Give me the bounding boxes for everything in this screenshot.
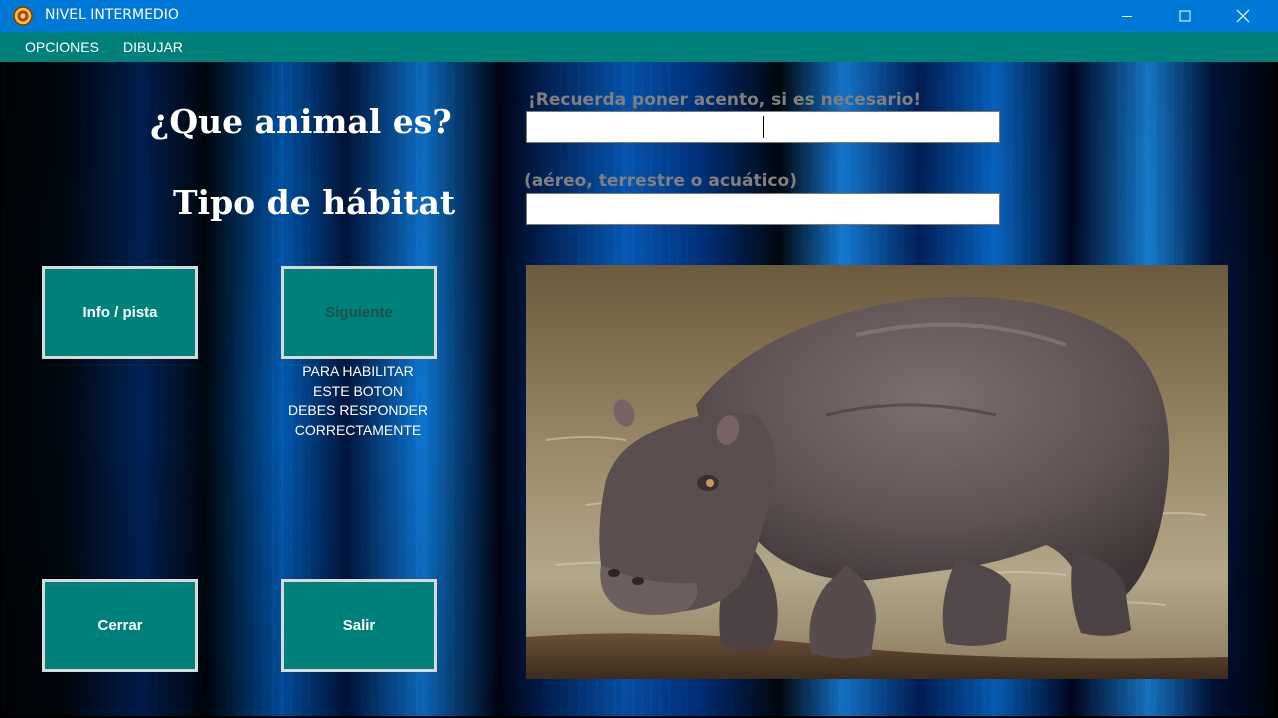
exit-button[interactable]: Salir (281, 579, 437, 672)
text-caret (763, 116, 764, 138)
next-button-note: PARA HABILITAR ESTE BOTON DEBES RESPONDE… (287, 363, 429, 438)
menu-dibujar[interactable]: DIBUJAR (123, 39, 183, 55)
habitat-answer-input[interactable] (526, 193, 1000, 225)
form-background: ¿Que animal es? Tipo de hábitat ¡Recuerd… (2, 62, 1276, 716)
close-button[interactable]: Cerrar (42, 579, 198, 672)
minimize-icon (1122, 16, 1132, 17)
app-icon[interactable] (13, 6, 33, 26)
title-bar: NIVEL INTERMEDIO (0, 0, 1278, 32)
answer-hint: ¡Recuerda poner acento, si es necesario! (528, 90, 922, 110)
maximize-button[interactable] (1156, 0, 1214, 32)
maximize-icon (1179, 10, 1191, 22)
close-window-button[interactable] (1214, 0, 1272, 32)
next-button[interactable]: Siguiente (281, 266, 437, 359)
window-title: NIVEL INTERMEDIO (45, 7, 179, 23)
info-hint-button[interactable]: Info / pista (42, 266, 198, 359)
habitat-label: Tipo de hábitat (173, 183, 456, 222)
animal-answer-input[interactable] (526, 111, 1000, 143)
menu-bar: OPCIONES DIBUJAR (0, 32, 1278, 62)
animal-image (526, 265, 1228, 679)
menu-opciones[interactable]: OPCIONES (25, 39, 99, 55)
habitat-hint: (aéreo, terrestre o acuático) (524, 171, 797, 191)
close-icon (1236, 9, 1250, 23)
minimize-button[interactable] (1098, 0, 1156, 32)
question-label: ¿Que animal es? (150, 102, 452, 141)
